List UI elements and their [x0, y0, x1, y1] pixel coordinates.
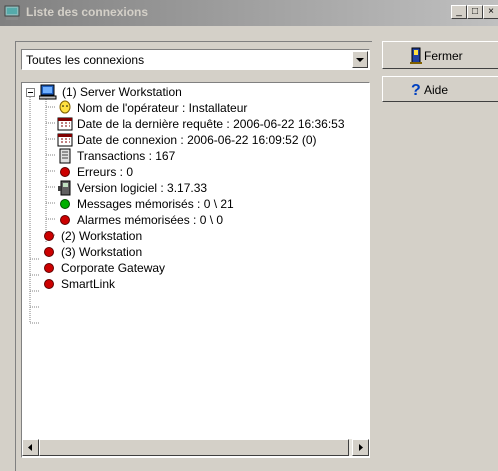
connection-filter-select[interactable]: Toutes les connexions [21, 49, 370, 70]
tree-item-smartlink[interactable]: SmartLink [41, 276, 341, 292]
status-red-icon [44, 263, 54, 273]
calendar-icon [57, 117, 73, 131]
detail-errors[interactable]: Erreurs : 0 [57, 164, 357, 180]
tree-item-server-workstation[interactable]: (1) Server Workstation [26, 84, 366, 100]
status-green-icon [60, 199, 70, 209]
help-button-label: Aide [424, 83, 449, 97]
scroll-left-button[interactable] [22, 439, 39, 456]
collapse-icon[interactable] [26, 88, 35, 97]
detail-label: Date de connexion : 2006-06-22 16:09:52 … [77, 133, 317, 147]
computer-icon [39, 84, 57, 100]
arrow-right-icon [359, 444, 363, 451]
tree-item-corporate-gateway[interactable]: Corporate Gateway [41, 260, 341, 276]
status-red-icon [44, 231, 54, 241]
filter-dropdown-button[interactable] [352, 51, 368, 68]
detail-alarms[interactable]: Alarmes mémorisées : 0 \ 0 [57, 212, 357, 228]
detail-label: Alarmes mémorisées : 0 \ 0 [77, 213, 224, 227]
title-bar[interactable]: Liste des connexions _ □ × [0, 0, 498, 26]
status-red-icon [44, 279, 54, 289]
tree-item-label: Corporate Gateway [61, 261, 166, 275]
filter-selected-value: Toutes les connexions [26, 53, 145, 67]
detail-label: Transactions : 167 [77, 149, 176, 163]
connections-window: Liste des connexions _ □ × Toutes les co… [0, 0, 498, 471]
close-button[interactable]: Fermer [382, 41, 498, 69]
detail-label: Messages mémorisés : 0 \ 21 [77, 197, 234, 211]
detail-operator[interactable]: Nom de l'opérateur : Installateur [57, 100, 367, 116]
svg-text:?: ? [411, 82, 421, 97]
door-exit-icon [410, 47, 422, 64]
tree-item-label: (1) Server Workstation [62, 85, 182, 99]
scroll-thumb[interactable] [39, 439, 349, 456]
close-button-label: Fermer [424, 49, 463, 63]
status-red-icon [60, 215, 70, 225]
detail-label: Erreurs : 0 [77, 165, 134, 179]
window-title: Liste des connexions [26, 5, 149, 19]
close-window-button[interactable]: × [483, 5, 498, 19]
maximize-button[interactable]: □ [467, 5, 483, 19]
detail-connection-date[interactable]: Date de connexion : 2006-06-22 16:09:52 … [57, 132, 367, 148]
tree-item-label: SmartLink [61, 277, 116, 291]
tree-item-label: (2) Workstation [61, 229, 143, 243]
detail-label: Version logiciel : 3.17.33 [77, 181, 208, 195]
arrow-left-icon [28, 444, 32, 451]
chevron-down-icon [356, 58, 364, 62]
detail-version[interactable]: Version logiciel : 3.17.33 [57, 180, 357, 196]
horizontal-scrollbar[interactable] [22, 439, 369, 456]
tree-item-workstation-2[interactable]: (2) Workstation [41, 228, 341, 244]
help-button[interactable]: ? Aide [382, 76, 498, 102]
detail-transactions[interactable]: Transactions : 167 [57, 148, 357, 164]
connections-tree[interactable]: (1) Server Workstation Nom de l'opérateu… [21, 82, 370, 458]
question-mark-icon: ? [411, 82, 421, 97]
device-icon [58, 180, 71, 196]
calendar-icon [57, 133, 73, 147]
status-red-icon [44, 247, 54, 257]
tree-item-workstation-3[interactable]: (3) Workstation [41, 244, 341, 260]
tree-item-label: (3) Workstation [61, 245, 143, 259]
detail-label: Nom de l'opérateur : Installateur [77, 101, 248, 115]
scroll-right-button[interactable] [352, 439, 369, 456]
document-icon [59, 148, 71, 164]
detail-messages[interactable]: Messages mémorisés : 0 \ 21 [57, 196, 357, 212]
user-icon [59, 100, 71, 114]
detail-label: Date de la dernière requête : 2006-06-22… [77, 117, 345, 131]
minimize-button[interactable]: _ [451, 5, 467, 19]
app-icon [4, 5, 20, 20]
detail-last-request[interactable]: Date de la dernière requête : 2006-06-22… [57, 116, 369, 132]
status-red-icon [60, 167, 70, 177]
